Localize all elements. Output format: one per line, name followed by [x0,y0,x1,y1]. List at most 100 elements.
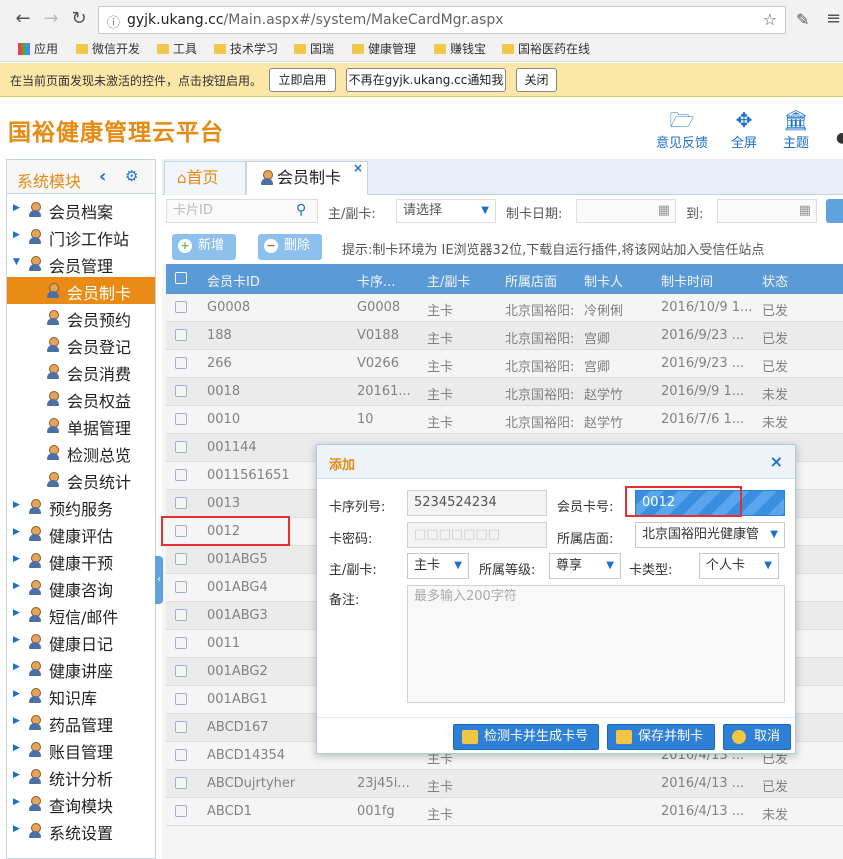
sidebar-item[interactable]: ▶ 药品管理 [7,709,155,736]
sidebar-item[interactable]: 会员消费 [7,358,155,385]
store-select[interactable]: 北京国裕阳光健康管 ▼ [635,522,785,548]
page-info-icon[interactable]: ⓘ [107,12,120,31]
collapse-left-icon[interactable]: ‹ [99,166,106,187]
caret-right-icon[interactable]: ▶ [13,581,20,591]
bookmark-folder[interactable]: 健康管理 [352,40,416,58]
reload-icon[interactable]: ↻ [68,8,90,30]
bank-icon: 🏛 [783,108,809,132]
enable-now-button[interactable]: 立即启用 [269,68,336,92]
sidebar-item[interactable]: ▶ 健康讲座 [7,655,155,682]
sidebar-item[interactable]: ▶ 门诊工作站 [7,223,155,250]
sidebar-item[interactable]: 会员登记 [7,331,155,358]
sidebar-item[interactable]: 会员统计 [7,466,155,493]
sidebar-item[interactable]: ▶ 健康评估 [7,520,155,547]
sidebar-item-label: 会员档案 [49,203,114,222]
chevron-down-icon: ▼ [764,560,772,571]
bookmark-folder[interactable]: 赚钱宝 [434,40,486,58]
bookmark-folder[interactable]: 国瑞 [294,40,334,58]
sidebar-item[interactable]: 会员制卡 [7,277,155,304]
theme-button[interactable]: 🏛 主题 [770,108,822,151]
folder-icon [157,44,169,54]
cancel-button[interactable]: 取消 [723,724,791,750]
folder-icon [76,44,88,54]
caret-right-icon[interactable]: ▶ [13,770,20,780]
caret-right-icon[interactable]: ▶ [13,716,20,726]
feedback-button[interactable]: 🗁 意见反馈 [656,108,708,151]
bookmark-folder[interactable]: 工具 [157,40,197,58]
sidebar-item[interactable]: ▶ 会员档案 [7,196,155,223]
card-no-label: 会员卡号: [557,500,614,515]
caret-right-icon[interactable]: ▶ [13,527,20,537]
fullscreen-button[interactable]: ✥ 全屏 [718,108,770,151]
more-icon[interactable]: ● [836,130,843,146]
never-notify-button[interactable]: 不再在gyjk.ukang.cc通知我 [346,68,506,92]
menu-icon[interactable]: ≡ [826,8,841,29]
sidebar-item[interactable]: 单据管理 [7,412,155,439]
sidebar-item[interactable]: ▶ 短信/邮件 [7,601,155,628]
sidebar-item[interactable]: ▶ 预约服务 [7,493,155,520]
search-button[interactable] [826,199,843,223]
delete-button[interactable]: − 删除 [258,234,322,260]
serial-field[interactable]: 5234524234 [407,490,547,516]
password-field[interactable]: □□□□□□□ [407,522,547,548]
bookmark-apps[interactable]: 应用 [18,40,58,58]
sidebar-item[interactable]: ▶ 健康咨询 [7,574,155,601]
pen-icon[interactable]: ✎ [796,10,809,29]
settings-gear-icon[interactable]: ⚙ [125,167,138,185]
caret-right-icon[interactable]: ▶ [13,662,20,672]
caret-right-icon[interactable]: ▶ [13,689,20,699]
caret-down-icon[interactable]: ▼ [13,257,20,267]
tab-close-icon[interactable]: × [353,152,363,184]
caret-right-icon[interactable]: ▶ [13,797,20,807]
save-card-button[interactable]: 保存并制卡 [607,724,715,750]
bookmark-folder[interactable]: 微信开发 [76,40,140,58]
person-icon [45,444,61,460]
plugin-infobar: 在当前页面发现未激活的控件，点击按钮启用。 立即启用 不再在gyjk.ukang… [0,63,843,97]
sidebar-item[interactable]: 检测总览 [7,439,155,466]
sidebar-item[interactable]: ▶ 系统设置 [7,817,155,844]
bookmark-folder[interactable]: 技术学习 [214,40,278,58]
search-icon[interactable]: ⚲ [296,202,306,218]
caret-right-icon[interactable]: ▶ [13,635,20,645]
close-icon[interactable]: × [770,452,783,471]
sidebar-item[interactable]: ▶ 健康干预 [7,547,155,574]
sidebar-item[interactable]: ▶ 知识库 [7,682,155,709]
sidebar-item-label: 短信/邮件 [49,608,119,627]
address-bar[interactable]: ⓘ gyjk.ukang.cc/Main.aspx#/system/MakeCa… [98,6,786,34]
level-select[interactable]: 尊享 ▼ [549,553,621,579]
caret-right-icon[interactable]: ▶ [13,500,20,510]
sidebar-item[interactable]: ▶ 健康日记 [7,628,155,655]
sidebar-item[interactable]: ▶ 账目管理 [7,736,155,763]
tab-home[interactable]: ⌂首页 [164,161,246,195]
infobar-close-button[interactable]: 关闭 [516,68,557,92]
sidebar-item[interactable]: ▶ 统计分析 [7,763,155,790]
cancel-icon [732,730,746,744]
main-sub-select[interactable]: 请选择 ▼ [396,199,496,223]
caret-right-icon[interactable]: ▶ [13,743,20,753]
remark-label: 备注: [329,593,360,608]
back-icon[interactable]: ← [12,8,34,30]
remark-textarea[interactable]: 最多输入200字符 [407,585,785,703]
forward-icon[interactable]: → [40,8,62,30]
caret-right-icon[interactable]: ▶ [13,230,20,240]
sidebar-item[interactable]: 会员预约 [7,304,155,331]
tab-member-card[interactable]: 会员制卡 × [246,161,368,195]
chevron-down-icon: ▼ [454,560,462,571]
date-from-input[interactable]: ▦ [576,199,676,223]
caret-right-icon[interactable]: ▶ [13,203,20,213]
caret-right-icon[interactable]: ▶ [13,824,20,834]
card-type-select[interactable]: 个人卡 ▼ [699,553,779,579]
caret-right-icon[interactable]: ▶ [13,608,20,618]
bookmark-star-icon[interactable]: ☆ [763,10,777,29]
caret-right-icon[interactable]: ▶ [13,554,20,564]
sidebar-item[interactable]: 会员权益 [7,385,155,412]
card-type-label: 卡类型: [629,563,673,578]
sidebar-item[interactable]: ▼ 会员管理 [7,250,155,277]
bookmark-folder[interactable]: 国裕医药在线 [502,40,590,58]
date-to-input[interactable]: ▦ [717,199,817,223]
sidebar-item[interactable]: ▶ 查询模块 [7,790,155,817]
detect-card-button[interactable]: 检测卡并生成卡号 [453,724,599,750]
add-button[interactable]: + 新增 [172,234,236,260]
person-icon [45,363,61,379]
main-sub-select[interactable]: 主卡 ▼ [407,553,469,579]
